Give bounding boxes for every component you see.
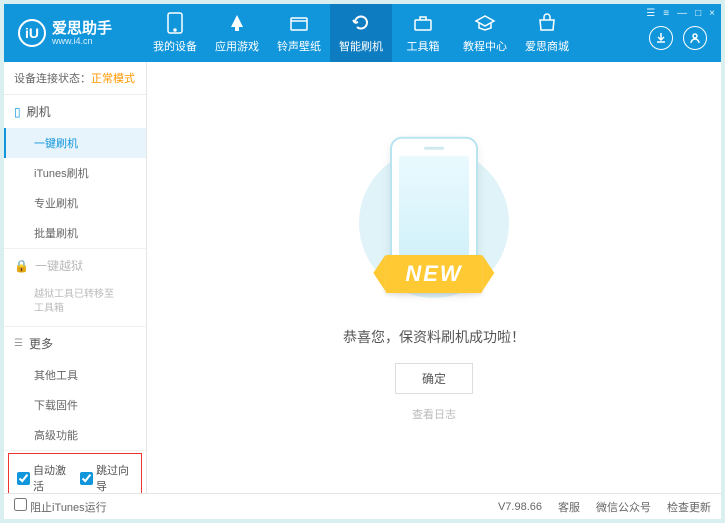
phone-illustration: NEW (334, 133, 534, 313)
close-button[interactable]: × (709, 8, 715, 19)
graduation-icon (474, 12, 496, 34)
flash-group: ▯ 刷机 一键刷机 iTunes刷机 专业刷机 批量刷机 (4, 95, 146, 249)
refresh-icon (350, 12, 372, 34)
minimize-button[interactable]: — (677, 8, 687, 19)
new-ribbon: NEW (385, 255, 482, 293)
phone-icon (164, 12, 186, 34)
view-log-link[interactable]: 查看日志 (412, 406, 456, 422)
nav-ringtones[interactable]: 铃声壁纸 (268, 4, 330, 62)
logo[interactable]: iU 爱思助手 www.i4.cn (4, 19, 144, 47)
more-group: ☰ 更多 其他工具 下载固件 高级功能 (4, 327, 146, 451)
sidebar: 设备连接状态：正常模式 ▯ 刷机 一键刷机 iTunes刷机 专业刷机 批量刷机… (4, 62, 147, 493)
maximize-button[interactable]: □ (695, 8, 701, 19)
nav-store[interactable]: 爱思商城 (516, 4, 578, 62)
jailbreak-header[interactable]: 🔒 一键越狱 (4, 249, 146, 282)
jailbreak-group: 🔒 一键越狱 越狱工具已转移至 工具箱 (4, 249, 146, 327)
folder-icon (288, 12, 310, 34)
wechat-link[interactable]: 微信公众号 (596, 499, 651, 515)
sidebar-item-advanced[interactable]: 高级功能 (4, 420, 146, 450)
main-content: NEW 恭喜您，保资料刷机成功啦！ 确定 查看日志 (147, 62, 721, 493)
sidebar-item-other-tools[interactable]: 其他工具 (4, 360, 146, 390)
store-icon (536, 12, 558, 34)
app-name: 爱思助手 (52, 21, 112, 36)
app-window: iU 爱思助手 www.i4.cn 我的设备 应用游戏 铃声壁纸 智能刷机 (4, 4, 721, 519)
logo-icon: iU (18, 19, 46, 47)
confirm-button[interactable]: 确定 (395, 363, 473, 394)
flash-header[interactable]: ▯ 刷机 (4, 95, 146, 128)
connection-status: 设备连接状态：正常模式 (4, 62, 146, 95)
options-row: 自动激活 跳过向导 (8, 453, 142, 493)
auto-activate-checkbox[interactable]: 自动激活 (17, 462, 70, 493)
nav-toolbox[interactable]: 工具箱 (392, 4, 454, 62)
update-link[interactable]: 检查更新 (667, 499, 711, 515)
nav-flash[interactable]: 智能刷机 (330, 4, 392, 62)
hamburger-icon: ☰ (14, 338, 23, 349)
titlebar-controls: ☰ ≡ — □ × (646, 8, 715, 19)
lock-icon: 🔒 (14, 259, 29, 273)
download-button[interactable] (649, 26, 673, 50)
phone-small-icon: ▯ (14, 105, 21, 119)
success-message: 恭喜您，保资料刷机成功啦！ (343, 327, 525, 347)
sidebar-item-download-fw[interactable]: 下载固件 (4, 390, 146, 420)
sidebar-item-oneclick[interactable]: 一键刷机 (4, 128, 146, 158)
sidebar-item-pro[interactable]: 专业刷机 (4, 188, 146, 218)
header-right (649, 26, 707, 50)
footer: 阻止iTunes运行 V7.98.66 客服 微信公众号 检查更新 (4, 493, 721, 519)
user-button[interactable] (683, 26, 707, 50)
sidebar-item-batch[interactable]: 批量刷机 (4, 218, 146, 248)
nav-my-device[interactable]: 我的设备 (144, 4, 206, 62)
skip-guide-checkbox[interactable]: 跳过向导 (80, 462, 133, 493)
version-label: V7.98.66 (498, 501, 542, 513)
header: iU 爱思助手 www.i4.cn 我的设备 应用游戏 铃声壁纸 智能刷机 (4, 4, 721, 62)
menu-button[interactable]: ≡ (663, 8, 669, 19)
block-itunes-checkbox[interactable]: 阻止iTunes运行 (14, 498, 107, 515)
skin-button[interactable]: ☰ (646, 8, 655, 19)
toolbox-icon (412, 12, 434, 34)
app-url: www.i4.cn (52, 36, 112, 46)
sidebar-item-itunes[interactable]: iTunes刷机 (4, 158, 146, 188)
nav-tutorials[interactable]: 教程中心 (454, 4, 516, 62)
body: 设备连接状态：正常模式 ▯ 刷机 一键刷机 iTunes刷机 专业刷机 批量刷机… (4, 62, 721, 493)
apps-icon (226, 12, 248, 34)
nav-apps[interactable]: 应用游戏 (206, 4, 268, 62)
top-nav: 我的设备 应用游戏 铃声壁纸 智能刷机 工具箱 教程中心 (144, 4, 578, 62)
more-header[interactable]: ☰ 更多 (4, 327, 146, 360)
jailbreak-note: 越狱工具已转移至 工具箱 (4, 282, 146, 326)
service-link[interactable]: 客服 (558, 499, 580, 515)
